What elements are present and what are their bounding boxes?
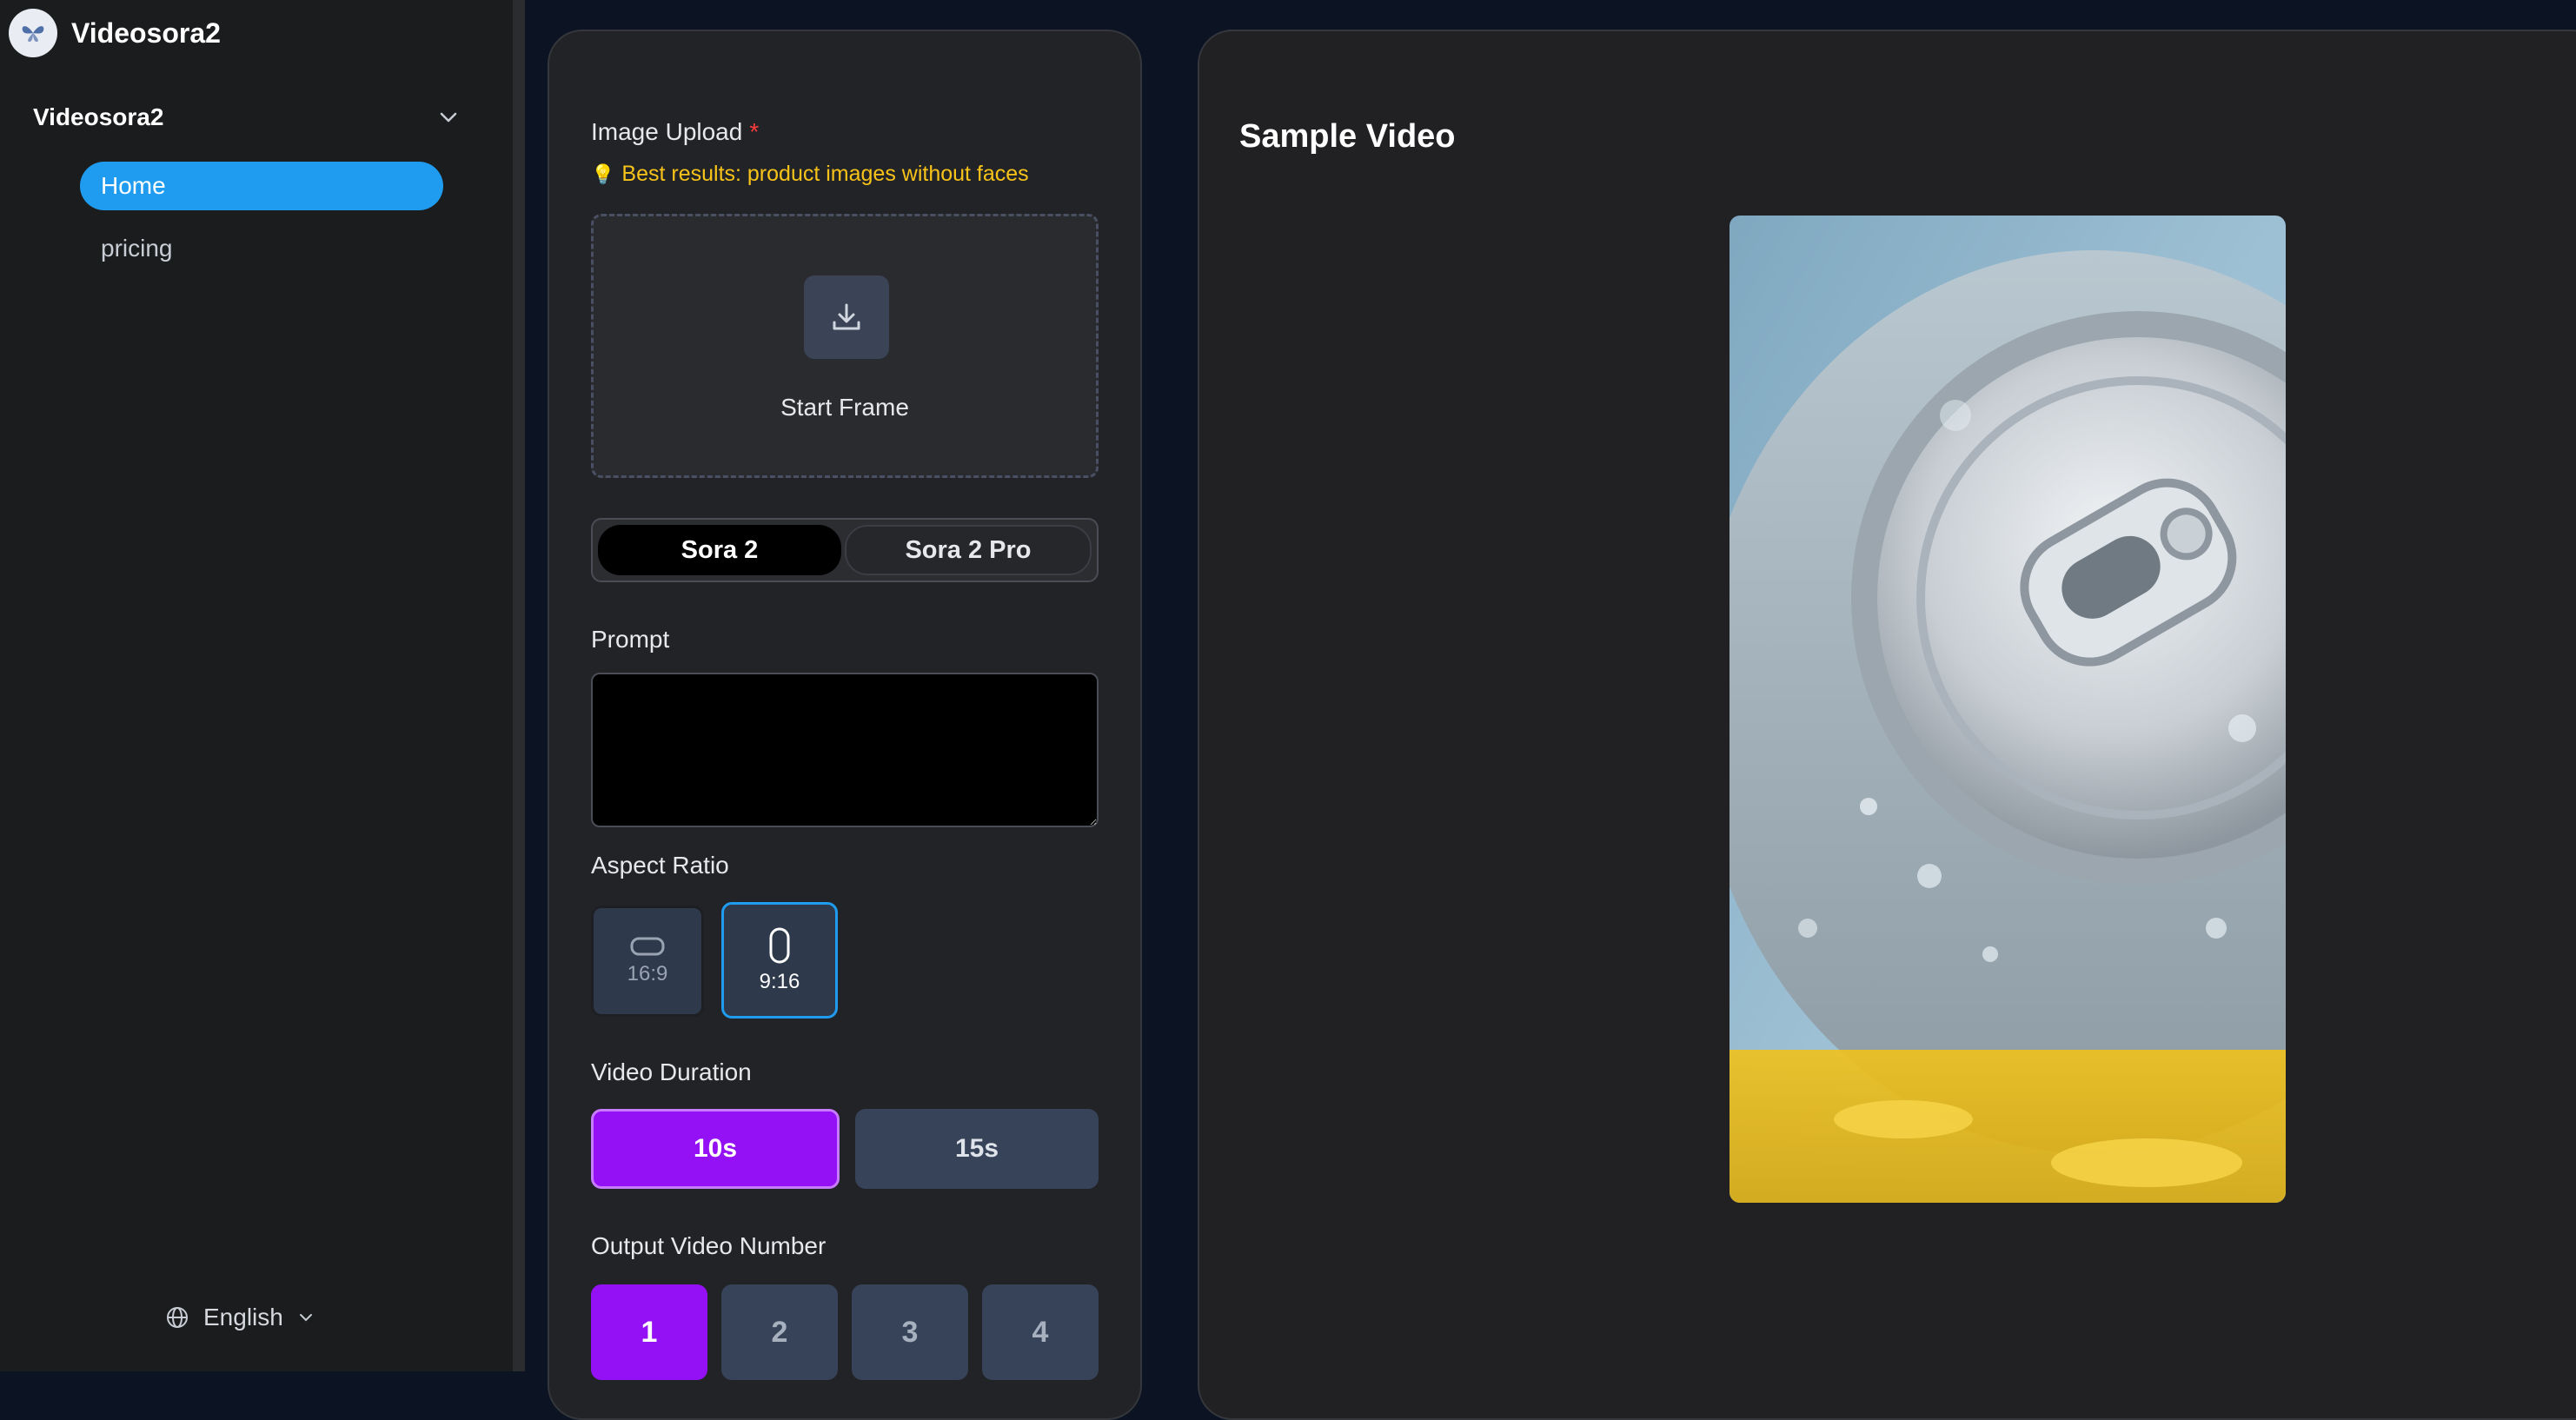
- portrait-ratio-icon: [769, 927, 790, 964]
- download-icon: [804, 275, 889, 359]
- generator-form-panel: Image Upload * 💡 Best results: product im…: [548, 30, 1142, 1420]
- globe-icon: [167, 1307, 188, 1328]
- aspect-ratio-label: 9:16: [759, 970, 800, 993]
- aspect-ratio-label: Aspect Ratio: [591, 852, 729, 879]
- output-number-4-button[interactable]: 4: [982, 1284, 1099, 1380]
- butterfly-logo-icon: [9, 9, 57, 57]
- brand-name: Videosora2: [71, 17, 221, 49]
- video-duration-label: Video Duration: [591, 1058, 752, 1085]
- image-upload-label-text: Image Upload: [591, 118, 743, 145]
- sidebar-item-pricing[interactable]: pricing: [80, 224, 443, 273]
- chevron-down-icon: [299, 1314, 312, 1322]
- model-option-sora-2-pro[interactable]: Sora 2 Pro: [845, 525, 1092, 575]
- sidebar-group-toggle[interactable]: Videosora2: [33, 97, 464, 137]
- sidebar-item-home[interactable]: Home: [80, 162, 443, 210]
- language-label: English: [203, 1304, 283, 1330]
- lightbulb-icon: 💡: [591, 163, 615, 185]
- output-number-label: Output Video Number: [591, 1232, 827, 1259]
- duration-15s-button[interactable]: 15s: [855, 1109, 1099, 1189]
- model-toggle: Sora 2 Sora 2 Pro: [591, 518, 1099, 582]
- output-number-1-button[interactable]: 1: [591, 1284, 707, 1380]
- image-dropzone[interactable]: Start Frame: [591, 214, 1099, 478]
- sidebar-group-label: Videosora2: [33, 103, 164, 130]
- chevron-down-icon: [440, 112, 457, 123]
- output-number-3-button[interactable]: 3: [852, 1284, 968, 1380]
- sidebar-item-label: Home: [101, 172, 166, 199]
- sample-video-title: Sample Video: [1239, 118, 1456, 155]
- sidebar-divider: [513, 0, 525, 1371]
- aspect-ratio-label: 16:9: [627, 962, 668, 985]
- sample-video-player[interactable]: [1730, 216, 2286, 1203]
- required-mark: *: [749, 118, 760, 145]
- aspect-ratio-16-9-option[interactable]: 16:9: [591, 906, 704, 1017]
- prompt-label: Prompt: [591, 626, 670, 653]
- landscape-ratio-icon: [630, 937, 665, 956]
- sample-video-panel: Sample Video: [1198, 30, 2576, 1420]
- upload-hint-text: Best results: product images without fac…: [621, 162, 1029, 186]
- output-number-2-button[interactable]: 2: [721, 1284, 838, 1380]
- duration-10s-button[interactable]: 10s: [591, 1109, 840, 1189]
- language-selector[interactable]: English: [165, 1304, 330, 1331]
- brand[interactable]: Videosora2: [9, 8, 221, 58]
- sidebar: Videosora2 Videosora2 Home pricing Engli…: [0, 0, 513, 1371]
- sidebar-item-label: pricing: [101, 235, 173, 262]
- image-upload-label: Image Upload *: [591, 118, 759, 146]
- soda-can-video-frame: [1730, 216, 2286, 1203]
- prompt-input[interactable]: [591, 673, 1099, 827]
- dropzone-label: Start Frame: [780, 394, 909, 421]
- aspect-ratio-9-16-option[interactable]: 9:16: [721, 902, 838, 1019]
- upload-hint: 💡 Best results: product images without f…: [591, 162, 1029, 187]
- model-option-sora-2[interactable]: Sora 2: [598, 525, 841, 575]
